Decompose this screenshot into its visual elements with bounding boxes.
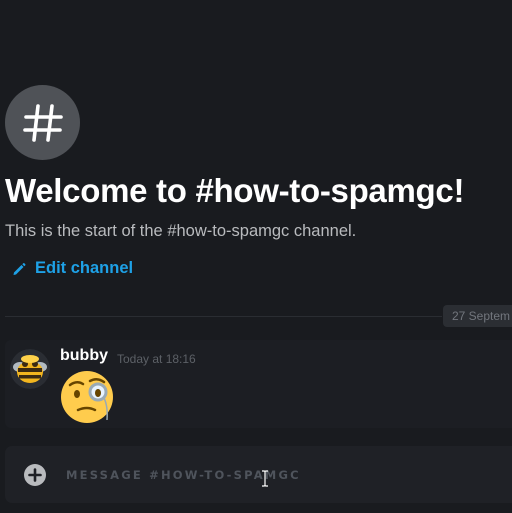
plus-icon: [28, 468, 42, 482]
message-timestamp: Today at 18:16: [117, 352, 196, 366]
pencil-icon: [13, 262, 26, 275]
date-divider: [5, 316, 442, 317]
welcome-subtitle: This is the start of the #how-to-spamgc …: [5, 222, 357, 240]
message-input[interactable]: [66, 462, 366, 488]
bee-avatar[interactable]: [10, 349, 50, 389]
message-composer: [5, 446, 512, 503]
chat-view: Welcome to #how-to-spamgc! This is the s…: [0, 0, 512, 513]
welcome-title: Welcome to #how-to-spamgc!: [5, 172, 465, 209]
text-cursor-icon: [262, 470, 268, 487]
date-divider-label: 27 Septem: [443, 305, 512, 327]
face-with-monocle-emoji: [61, 371, 113, 423]
hash-icon: [5, 85, 80, 160]
add-attachment-button[interactable]: [24, 464, 46, 486]
message-author[interactable]: bubby: [60, 347, 108, 365]
edit-channel-label: Edit channel: [35, 259, 134, 277]
message-item: bubby Today at 18:16: [5, 340, 512, 428]
edit-channel-button[interactable]: Edit channel: [11, 259, 133, 278]
